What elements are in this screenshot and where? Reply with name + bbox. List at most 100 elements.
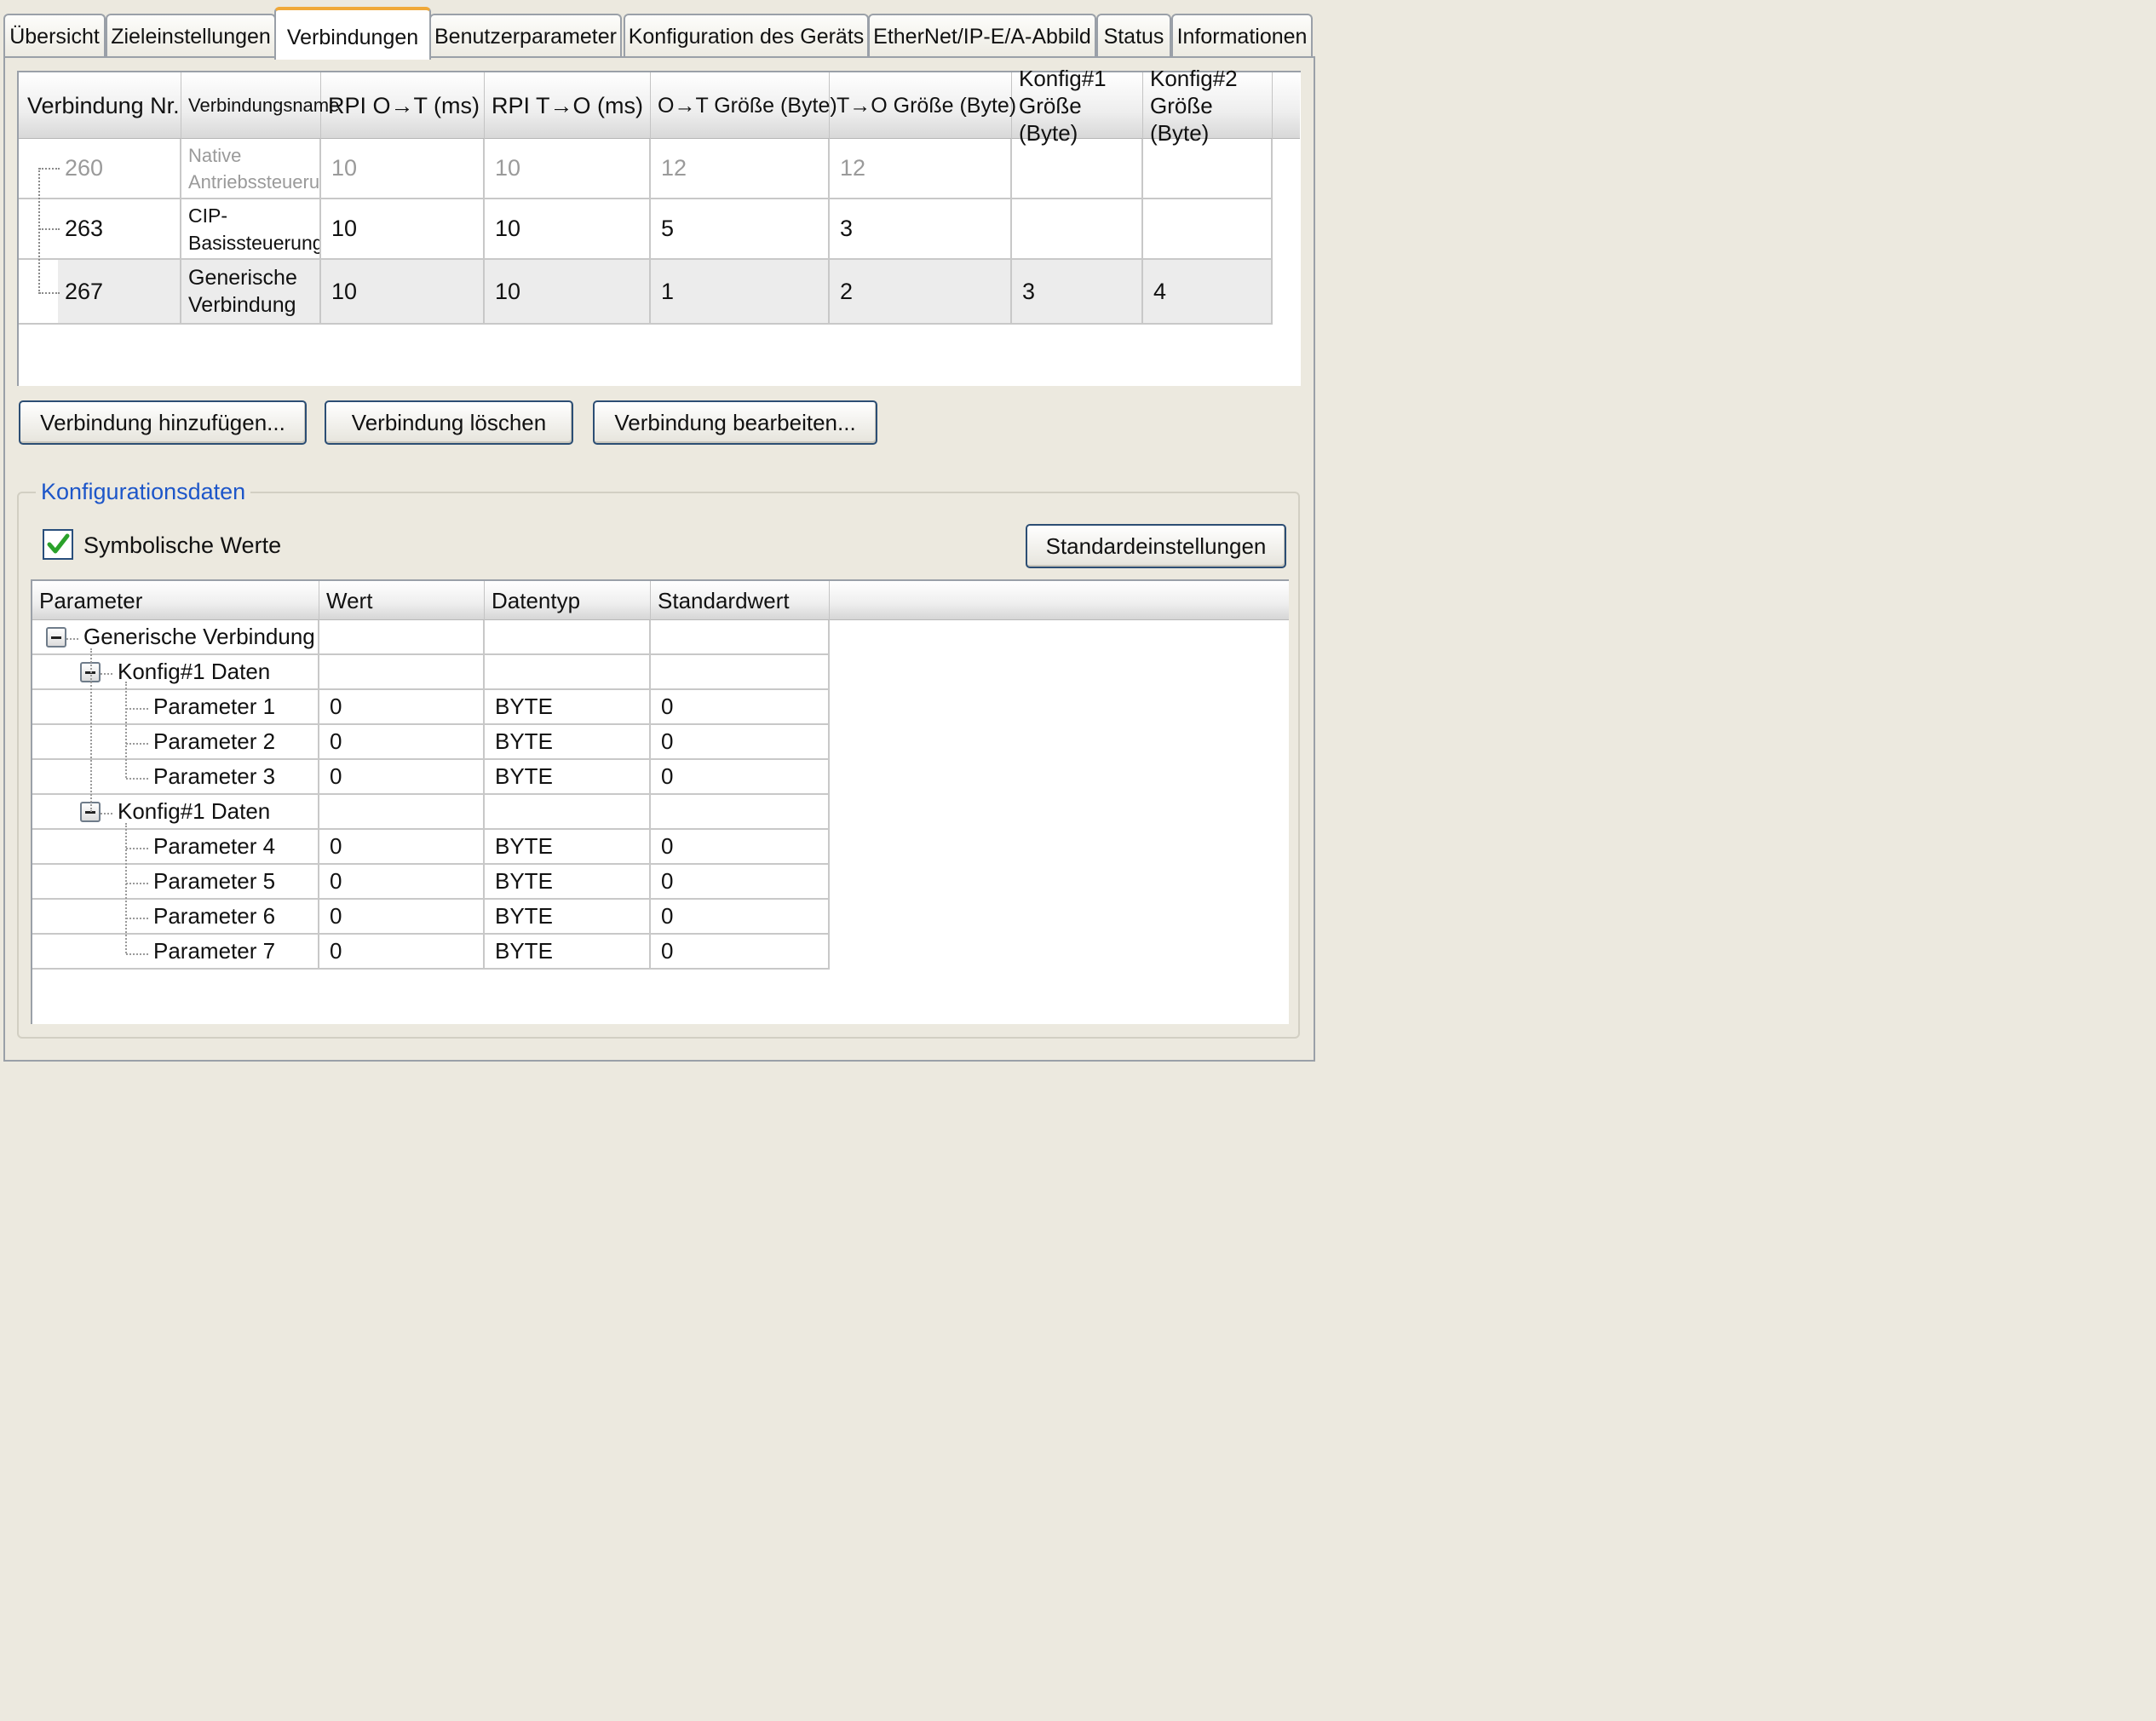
param-name: Parameter 6 [32,900,319,933]
param-value[interactable]: 0 [319,900,485,933]
tab-user-parameters[interactable]: Benutzerparameter [429,14,622,60]
tree-row-group[interactable]: Konfig#1 Daten [32,795,830,830]
connection-konfig1 [1012,139,1143,198]
param-type: BYTE [485,760,651,793]
param-row[interactable]: Parameter 7 0 BYTE 0 [32,935,830,970]
tree-line [126,883,148,884]
add-connection-button[interactable]: Verbindung hinzufügen... [19,400,307,445]
connection-rpi-ot: 10 [321,199,485,258]
param-value[interactable]: 0 [319,830,485,863]
param-default [651,795,830,828]
tree-group-label: Konfig#1 Daten [32,655,319,688]
collapse-icon[interactable] [46,627,66,648]
param-value[interactable]: 0 [319,865,485,898]
col-konfig2-size[interactable]: Konfig#2 Größe (Byte) [1143,66,1273,146]
tree-root-label: Generische Verbindung [32,620,319,653]
col-konfig1-size[interactable]: Konfig#1 Größe (Byte) [1012,66,1143,146]
col-size-to[interactable]: T→O Größe (Byte) [830,72,1016,139]
tree-line [126,778,148,780]
delete-connection-button[interactable]: Verbindung löschen [325,400,573,445]
param-default: 0 [651,690,830,723]
connection-size-ot: 1 [651,260,830,323]
connection-row[interactable]: 260 Native Antriebssteuerung 10 10 12 12 [19,139,1273,199]
param-default: 0 [651,830,830,863]
tree-line [126,953,148,955]
tree-line [39,228,60,230]
param-name: Parameter 5 [32,865,319,898]
tree-line [90,648,92,812]
connection-rpi-ot: 10 [321,139,485,198]
param-default [651,620,830,653]
param-default [651,655,830,688]
tab-device-configuration[interactable]: Konfiguration des Geräts [624,14,869,60]
param-row[interactable]: Parameter 4 0 BYTE 0 [32,830,830,865]
tree-line [126,708,148,710]
connection-rpi-to: 10 [485,260,651,323]
connection-size-to: 3 [830,199,1012,258]
param-row[interactable]: Parameter 1 0 BYTE 0 [32,690,830,725]
tab-connections[interactable]: Verbindungen [274,7,431,60]
tree-group-text: Konfig#1 Daten [118,659,271,684]
param-default: 0 [651,900,830,933]
param-value[interactable]: 0 [319,935,485,968]
col-rpi-to[interactable]: RPI T→O (ms) [485,72,651,139]
tree-row-group[interactable]: Konfig#1 Daten [32,655,830,690]
connection-rpi-ot: 10 [321,260,485,323]
edit-connection-button[interactable]: Verbindung bearbeiten... [593,400,877,445]
tree-root-text: Generische Verbindung [83,624,315,649]
col-rpi-ot[interactable]: RPI O→T (ms) [321,72,485,139]
connection-name: Generische Verbindung [181,260,321,323]
connection-size-to: 12 [830,139,1012,198]
param-type [485,795,651,828]
tree-line [101,813,112,814]
param-type: BYTE [485,830,651,863]
param-value[interactable]: 0 [319,690,485,723]
col-default-value[interactable]: Standardwert [651,581,830,620]
default-settings-button[interactable]: Standardeinstellungen [1026,524,1286,568]
param-row[interactable]: Parameter 6 0 BYTE 0 [32,900,830,935]
param-value[interactable]: 0 [319,725,485,758]
tab-target-settings[interactable]: Zieleinstellungen [106,14,276,60]
tree-row-root[interactable]: Generische Verbindung [32,620,830,655]
param-row[interactable]: Parameter 2 0 BYTE 0 [32,725,830,760]
param-default: 0 [651,725,830,758]
connection-size-ot: 5 [651,199,830,258]
col-size-ot[interactable]: O→T Größe (Byte) [651,72,837,139]
tab-status[interactable]: Status [1096,14,1171,60]
tree-line [126,848,148,849]
param-name: Parameter 2 [32,725,319,758]
col-connection-name[interactable]: Verbindungsname [181,72,339,139]
tree-line [66,638,78,640]
connection-name: Native Antriebssteuerung [181,139,321,198]
param-row[interactable]: Parameter 5 0 BYTE 0 [32,865,830,900]
param-default: 0 [651,865,830,898]
connection-nr: 267 [19,260,181,323]
tree-line [126,743,148,745]
connection-size-ot: 12 [651,139,830,198]
col-parameter[interactable]: Parameter [32,581,319,620]
tab-overview[interactable]: Übersicht [3,14,106,60]
connection-konfig2 [1143,139,1273,198]
col-value[interactable]: Wert [319,581,485,620]
tab-io-image[interactable]: EtherNet/IP-E/A-Abbild [868,14,1096,60]
connection-row-selected[interactable]: 267 Generische Verbindung 10 10 1 2 3 4 [19,260,1273,325]
param-type: BYTE [485,900,651,933]
connection-nr-text: 267 [65,278,104,304]
param-type: BYTE [485,725,651,758]
symbolic-values-checkbox[interactable] [43,529,73,560]
connection-size-to: 2 [830,260,1012,323]
col-connection-nr[interactable]: Verbindung Nr. [19,72,181,139]
config-parameter-table-header: Parameter Wert Datentyp Standardwert [32,581,1289,620]
param-type: BYTE [485,865,651,898]
config-parameter-table: Parameter Wert Datentyp Standardwert Gen… [31,579,1289,1024]
checkmark-icon [47,533,70,554]
param-value[interactable]: 0 [319,760,485,793]
param-name: Parameter 4 [32,830,319,863]
param-row[interactable]: Parameter 3 0 BYTE 0 [32,760,830,795]
col-data-type[interactable]: Datentyp [485,581,651,620]
connection-row[interactable]: 263 CIP-Basissteuerung 10 10 5 3 [19,199,1273,260]
tab-information[interactable]: Informationen [1171,14,1313,60]
connection-konfig2: 4 [1143,260,1273,323]
param-value [319,795,485,828]
connection-rpi-to: 10 [485,199,651,258]
